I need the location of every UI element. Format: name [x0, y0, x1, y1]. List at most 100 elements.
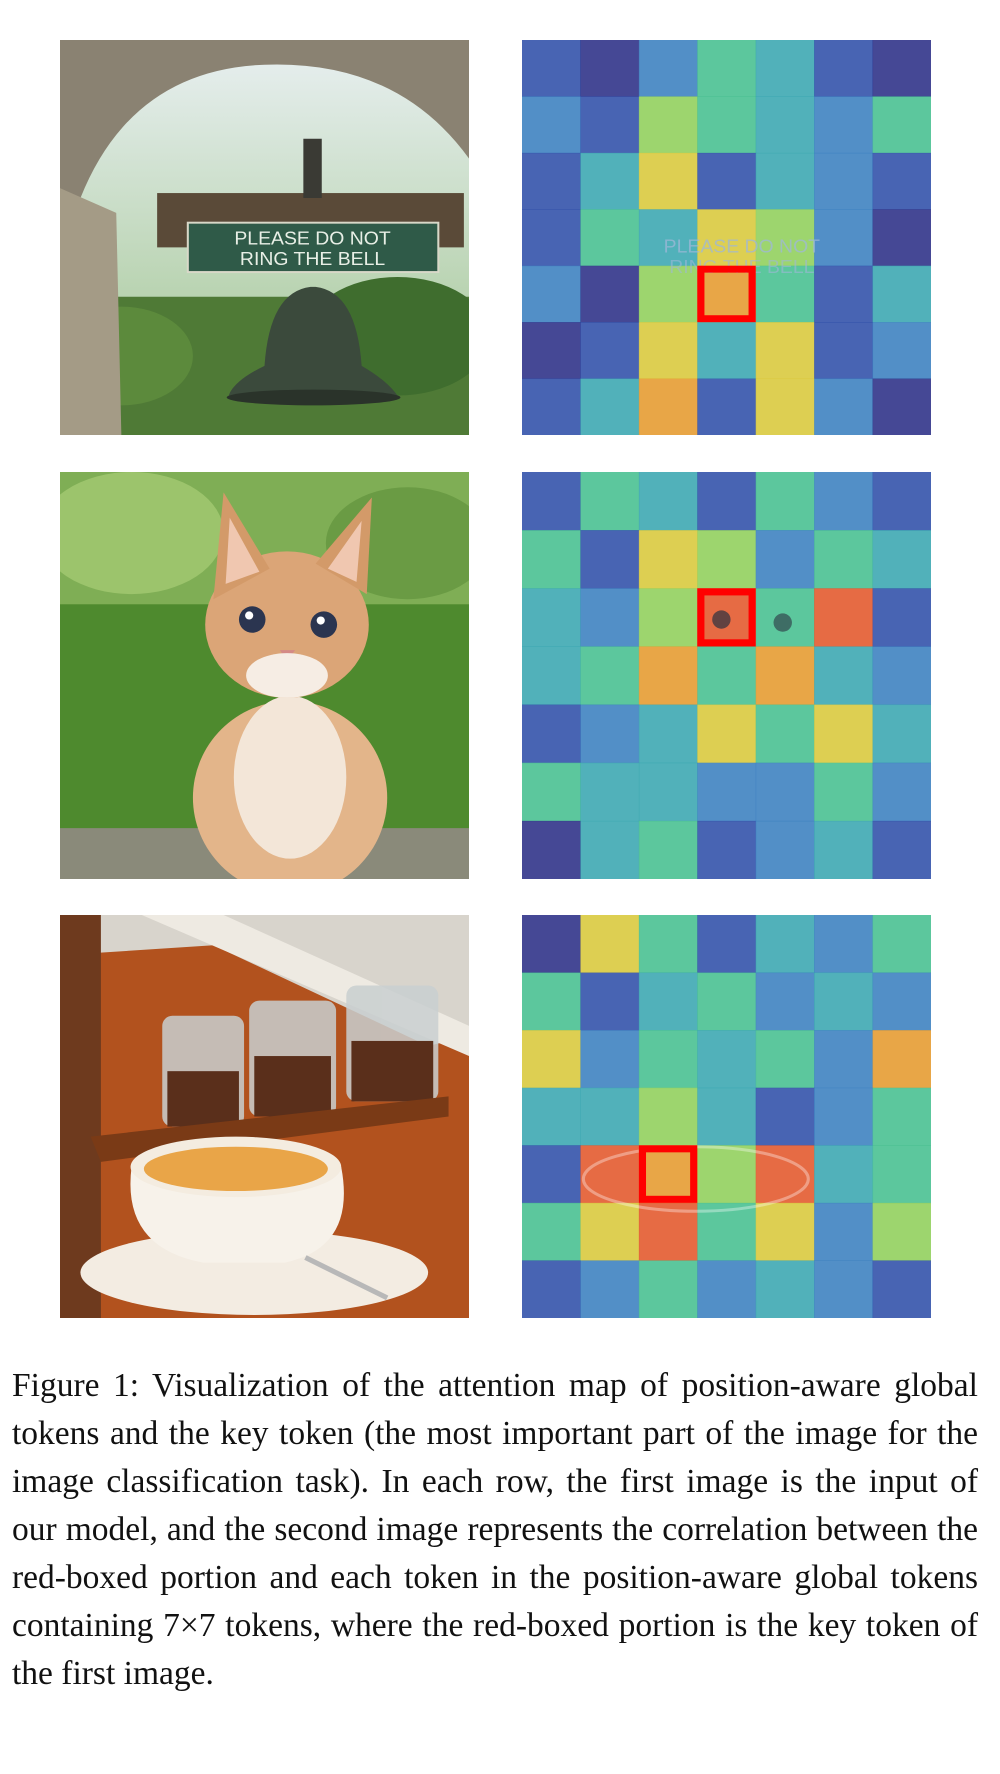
attention-cell — [522, 1260, 581, 1318]
attention-cell — [638, 40, 698, 97]
sign-line-1: PLEASE DO NOT — [234, 229, 391, 250]
attention-cell — [872, 588, 931, 647]
attention-cell — [580, 1030, 640, 1089]
attention-cell — [638, 915, 698, 974]
attention-cell — [638, 1087, 698, 1146]
attention-cell — [814, 646, 874, 706]
attention-cell — [580, 646, 640, 706]
attention-cell — [755, 1030, 815, 1089]
attention-cell — [755, 820, 815, 879]
attention-cell — [697, 704, 757, 764]
attention-cell — [522, 265, 581, 323]
attention-cell — [872, 1030, 931, 1089]
attention-cell — [755, 762, 815, 822]
attention-cell — [755, 915, 815, 974]
attention-cell — [638, 1030, 698, 1089]
attention-cell — [638, 152, 698, 210]
attention-cell — [697, 322, 757, 380]
attention-cell — [580, 378, 640, 435]
attention-cell — [638, 96, 698, 154]
attention-cell — [872, 1145, 931, 1204]
attention-cell — [872, 1260, 931, 1318]
attention-cell — [580, 704, 640, 764]
attention-cell — [872, 322, 931, 380]
attention-cell — [522, 646, 581, 706]
attention-cell — [872, 762, 931, 822]
attention-cell — [872, 96, 931, 154]
attention-cell — [755, 1087, 815, 1146]
caption-text: Visualization of the attention map of po… — [12, 1367, 978, 1692]
attention-cell — [814, 530, 874, 589]
attention-cell — [638, 762, 698, 822]
attention-cell — [814, 96, 874, 154]
attention-cell — [580, 588, 640, 647]
coffee-attention-map — [522, 915, 931, 1318]
sign-ghost-1: PLEASE DO NOT — [664, 237, 821, 258]
kitten-attention-map — [522, 472, 931, 879]
attention-cell — [814, 1202, 874, 1261]
attention-cell — [814, 1030, 874, 1089]
attention-cell — [522, 96, 581, 154]
attention-cell — [814, 152, 874, 210]
attention-cell — [580, 915, 640, 974]
attention-cell — [814, 588, 874, 647]
attention-grid-1: PLEASE DO NOT RING THE BELL — [522, 40, 931, 435]
attention-cell — [755, 704, 815, 764]
sign-line-2: RING THE BELL — [240, 249, 385, 270]
attention-cell — [580, 40, 640, 97]
attention-cell — [580, 265, 640, 323]
attention-cell — [580, 972, 640, 1031]
attention-cell — [697, 40, 757, 97]
attention-cell — [814, 972, 874, 1031]
attention-cell — [755, 972, 815, 1031]
attention-cell — [755, 646, 815, 706]
attention-cell — [697, 915, 757, 974]
attention-cell — [580, 820, 640, 879]
attention-cell — [872, 1087, 931, 1146]
bell-attention-map: PLEASE DO NOT RING THE BELL — [522, 40, 931, 435]
attention-cell — [814, 704, 874, 764]
kitten-input-image — [60, 472, 469, 879]
attention-cell — [697, 472, 757, 531]
attention-cell — [522, 704, 581, 764]
attention-cell — [638, 646, 698, 706]
attention-cell — [580, 96, 640, 154]
attention-cell — [522, 588, 581, 647]
attention-cell — [522, 152, 581, 210]
figure-caption: Figure 1: Visualization of the attention… — [12, 1362, 978, 1698]
attention-cell — [522, 378, 581, 435]
attention-cell — [814, 378, 874, 435]
attention-cell — [638, 704, 698, 764]
attention-cell — [697, 646, 757, 706]
attention-cell — [697, 1145, 757, 1204]
attention-cell — [872, 152, 931, 210]
attention-cell — [872, 40, 931, 97]
attention-cell — [580, 472, 640, 531]
bell-input-image: PLEASE DO NOT RING THE BELL — [60, 40, 469, 435]
attention-grid-3 — [522, 915, 931, 1318]
attention-cell — [814, 1145, 874, 1204]
attention-cell — [697, 972, 757, 1031]
attention-cell — [522, 322, 581, 380]
attention-cell — [638, 588, 698, 647]
attention-cell — [522, 762, 581, 822]
attention-cell — [814, 915, 874, 974]
attention-cell — [522, 915, 581, 974]
attention-cell — [580, 762, 640, 822]
attention-cell — [755, 1202, 815, 1261]
attention-cell — [697, 378, 757, 435]
attention-cell — [755, 322, 815, 380]
attention-cell — [814, 40, 874, 97]
attention-cell — [638, 378, 698, 435]
attention-cell — [697, 96, 757, 154]
attention-cell — [580, 1087, 640, 1146]
attention-cell — [814, 472, 874, 531]
attention-cell — [872, 915, 931, 974]
attention-cell — [522, 40, 581, 97]
attention-cell — [638, 472, 698, 531]
attention-cell — [522, 972, 581, 1031]
attention-cell — [872, 472, 931, 531]
attention-cell — [697, 762, 757, 822]
attention-cell — [755, 1260, 815, 1318]
attention-cell — [638, 1145, 698, 1204]
